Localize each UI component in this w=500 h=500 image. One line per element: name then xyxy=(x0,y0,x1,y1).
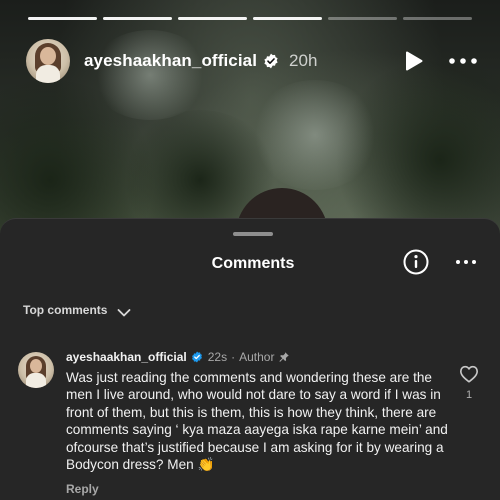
sort-dropdown[interactable]: Top comments xyxy=(23,303,131,317)
heart-icon[interactable] xyxy=(459,365,479,383)
play-icon[interactable] xyxy=(402,49,426,73)
pin-icon xyxy=(278,351,290,363)
reply-button[interactable]: Reply xyxy=(66,482,450,496)
comment-meta: ayeshaakhan_official 22s · Author xyxy=(66,349,450,365)
drag-handle[interactable] xyxy=(233,232,273,236)
chevron-down-icon xyxy=(117,305,131,317)
info-icon[interactable] xyxy=(403,249,429,275)
comment-username[interactable]: ayeshaakhan_official xyxy=(66,350,187,364)
sort-label: Top comments xyxy=(23,303,108,317)
comment-like: 1 xyxy=(458,365,480,401)
comment-text: Was just reading the comments and wonder… xyxy=(66,370,448,473)
like-count: 1 xyxy=(465,389,473,401)
progress-segment xyxy=(28,17,97,20)
progress-segment xyxy=(178,17,247,20)
comments-sheet: Comments Top comments ayeshaakhan_offici… xyxy=(0,218,500,500)
story-header: ayeshaakhan_official 20h xyxy=(26,38,478,84)
comment-body: ayeshaakhan_official 22s · Author Was ju… xyxy=(66,349,450,496)
meta-separator: · xyxy=(231,350,236,364)
comment-timestamp: 22s xyxy=(207,350,228,364)
progress-segment xyxy=(403,17,472,20)
progress-segment xyxy=(328,17,397,20)
author-label: Author xyxy=(239,350,275,364)
more-horizontal-icon[interactable] xyxy=(448,49,478,73)
story-progress-bar xyxy=(28,17,472,20)
progress-segment xyxy=(253,17,322,20)
verified-badge-icon xyxy=(191,351,203,363)
progress-segment xyxy=(103,17,172,20)
more-horizontal-icon[interactable] xyxy=(454,253,478,271)
story-timestamp: 20h xyxy=(289,51,318,70)
story-username[interactable]: ayeshaakhan_official xyxy=(84,51,257,71)
verified-badge-icon xyxy=(263,53,279,69)
profile-avatar[interactable] xyxy=(26,39,70,83)
comment-avatar[interactable] xyxy=(18,352,54,388)
